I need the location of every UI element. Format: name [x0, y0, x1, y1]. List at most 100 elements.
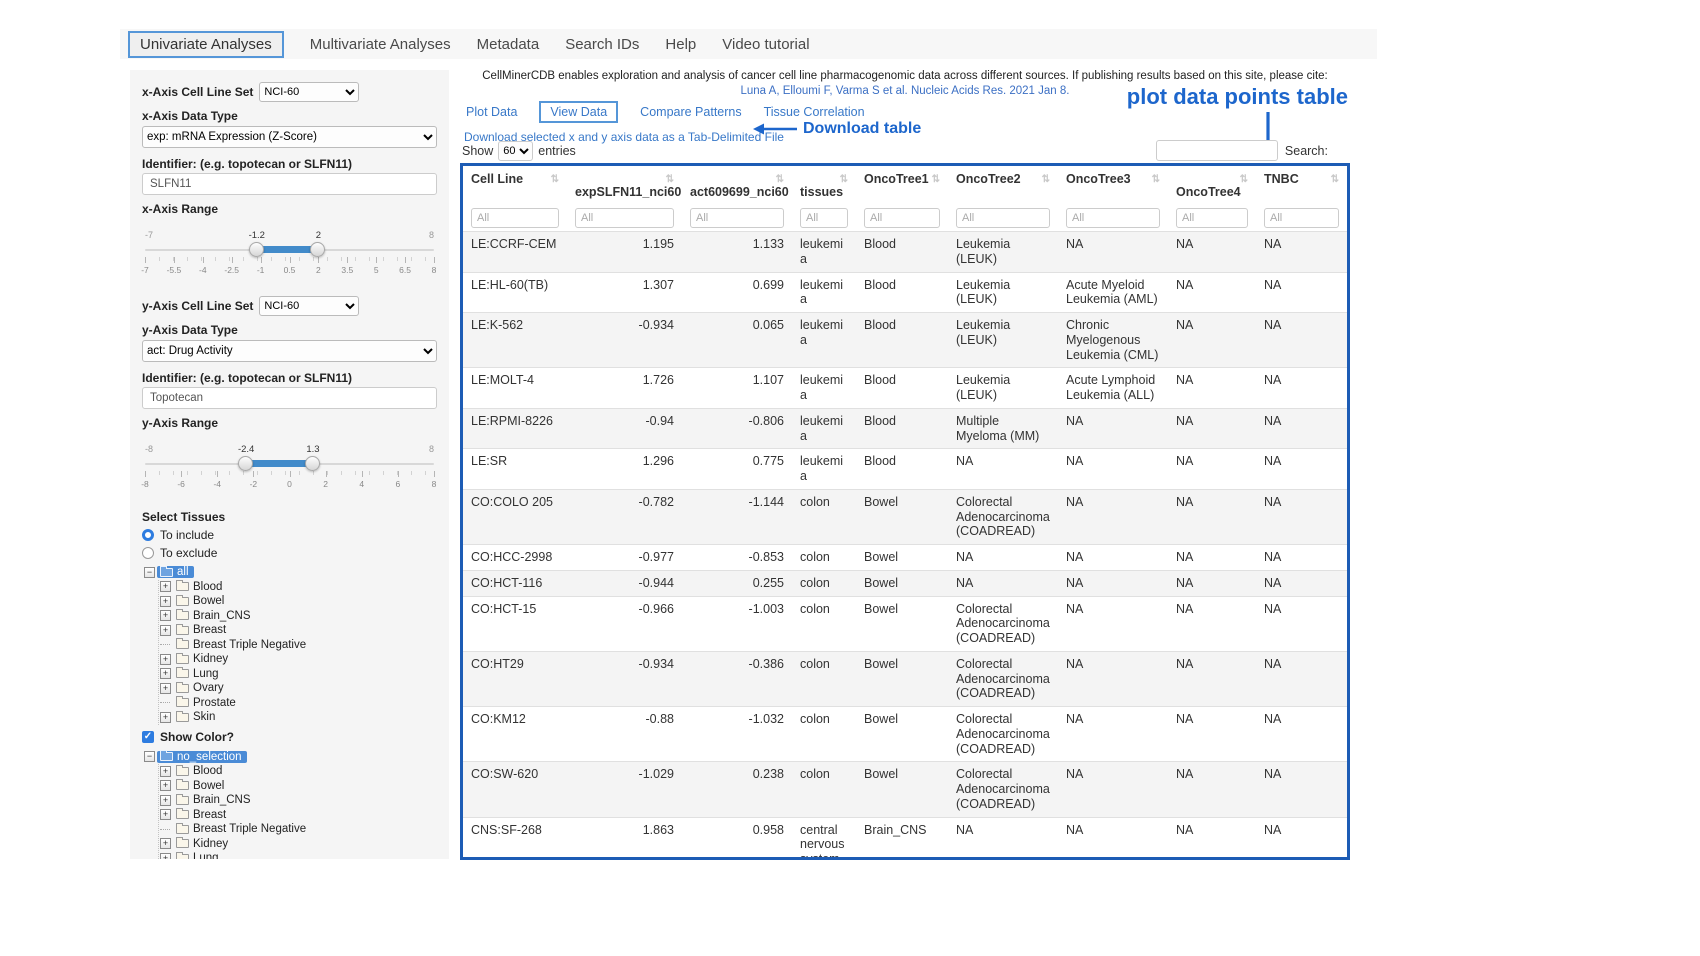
y-range-slider[interactable]: -88-2.41.3-8-6-4-202468: [145, 444, 434, 492]
expand-icon[interactable]: +: [160, 780, 171, 791]
sort-icon[interactable]: ⇅: [1331, 174, 1339, 185]
expand-icon[interactable]: +: [160, 795, 171, 806]
tab-compare-patterns[interactable]: Compare Patterns: [640, 105, 741, 119]
search-input[interactable]: [1156, 140, 1278, 161]
nav-tab-metadata[interactable]: Metadata: [477, 36, 540, 53]
filter-input-tissues[interactable]: [800, 208, 848, 228]
expand-icon[interactable]: +: [160, 683, 171, 694]
expand-icon[interactable]: +: [160, 610, 171, 621]
sort-icon[interactable]: ⇅: [1152, 174, 1160, 185]
sort-icon[interactable]: ⇅: [551, 174, 559, 185]
selection-tree-tissue-brain-cns[interactable]: +Brain_CNS: [160, 793, 437, 808]
include-tree-tissue-bowel[interactable]: +Bowel: [160, 594, 437, 609]
include-tree-root-all[interactable]: −all: [144, 565, 437, 580]
filter-input-cell-line[interactable]: [471, 208, 559, 228]
y-cell-line-set-select[interactable]: NCI-60: [259, 296, 359, 316]
y-range-handle-from[interactable]: [238, 456, 253, 471]
table-row-le-molt-4[interactable]: LE:MOLT-41.7261.107leukemiaBloodLeukemia…: [463, 368, 1347, 409]
column-header-cell-line[interactable]: ⇅Cell Line: [463, 166, 567, 202]
column-header-act609699-nci60[interactable]: ⇅act609699_nci60: [682, 166, 792, 202]
expand-icon[interactable]: +: [160, 809, 171, 820]
table-row-le-sr[interactable]: LE:SR1.2960.775leukemiaBloodNANANANA: [463, 449, 1347, 490]
include-tree-tissue-kidney[interactable]: +Kidney: [160, 652, 437, 667]
table-row-co-sw-620[interactable]: CO:SW-620-1.0290.238colonBowelColorectal…: [463, 762, 1347, 817]
expand-icon[interactable]: +: [160, 712, 171, 723]
filter-input-expslfn11-nci60[interactable]: [575, 208, 674, 228]
expand-icon[interactable]: +: [160, 668, 171, 679]
tab-view-data[interactable]: View Data: [539, 101, 618, 123]
column-header-oncotree3[interactable]: ⇅OncoTree3: [1058, 166, 1168, 202]
expand-icon[interactable]: +: [160, 654, 171, 665]
filter-input-oncotree4[interactable]: [1176, 208, 1248, 228]
column-header-oncotree1[interactable]: ⇅OncoTree1: [856, 166, 948, 202]
expand-icon[interactable]: +: [160, 766, 171, 777]
include-tree-tissue-brain-cns[interactable]: +Brain_CNS: [160, 609, 437, 624]
y-data-type-select[interactable]: act: Drug Activity: [142, 340, 437, 362]
selection-tree-tissue-lung[interactable]: +Lung: [160, 851, 437, 859]
x-range-handle-from[interactable]: [249, 242, 264, 257]
filter-input-act609699-nci60[interactable]: [690, 208, 784, 228]
nav-tab-multivariate-analyses[interactable]: Multivariate Analyses: [310, 36, 451, 53]
sort-icon[interactable]: ⇅: [776, 174, 784, 185]
sort-icon[interactable]: ⇅: [1042, 174, 1050, 185]
column-header-oncotree2[interactable]: ⇅OncoTree2: [948, 166, 1058, 202]
collapse-icon[interactable]: −: [144, 567, 155, 578]
filter-input-oncotree2[interactable]: [956, 208, 1050, 228]
expand-icon[interactable]: +: [160, 596, 171, 607]
table-row-co-hct-116[interactable]: CO:HCT-116-0.9440.255colonBowelNANANANA: [463, 570, 1347, 596]
nav-tab-help[interactable]: Help: [665, 36, 696, 53]
table-row-co-hct-15[interactable]: CO:HCT-15-0.966-1.003colonBowelColorecta…: [463, 596, 1347, 651]
include-tree-tissue-prostate[interactable]: Prostate: [160, 696, 437, 711]
nav-tab-univariate-analyses[interactable]: Univariate Analyses: [128, 31, 284, 58]
filter-input-oncotree3[interactable]: [1066, 208, 1160, 228]
selection-tree-root-no-selection[interactable]: −no_selection: [144, 750, 437, 765]
collapse-icon[interactable]: −: [144, 751, 155, 762]
table-row-co-hcc-2998[interactable]: CO:HCC-2998-0.977-0.853colonBowelNANANAN…: [463, 545, 1347, 571]
x-range-slider[interactable]: -78-1.22-7-5.5-4-2.5-10.523.556.58: [145, 230, 434, 278]
selection-tree-tissue-breast[interactable]: +Breast: [160, 808, 437, 823]
sort-icon[interactable]: ⇅: [666, 174, 674, 185]
selection-tree-tissue-blood[interactable]: +Blood: [160, 764, 437, 779]
expand-icon[interactable]: +: [160, 853, 171, 859]
sort-icon[interactable]: ⇅: [1240, 174, 1248, 185]
include-tree-tissue-breast[interactable]: +Breast: [160, 623, 437, 638]
sort-icon[interactable]: ⇅: [840, 174, 848, 185]
filter-input-oncotree1[interactable]: [864, 208, 940, 228]
x-identifier-input[interactable]: [142, 173, 437, 195]
selection-tree-tissue-breast-triple-negative[interactable]: Breast Triple Negative: [160, 822, 437, 837]
include-tree-tissue-ovary[interactable]: +Ovary: [160, 681, 437, 696]
table-row-co-colo-205[interactable]: CO:COLO 205-0.782-1.144colonBowelColorec…: [463, 489, 1347, 544]
tissue-include-radio[interactable]: To include: [142, 526, 437, 543]
column-header-expslfn11-nci60[interactable]: ⇅expSLFN11_nci60: [567, 166, 682, 202]
table-row-le-rpmi-8226[interactable]: LE:RPMI-8226-0.94-0.806leukemiaBloodMult…: [463, 408, 1347, 449]
expand-icon[interactable]: +: [160, 625, 171, 636]
nav-tab-video-tutorial[interactable]: Video tutorial: [722, 36, 809, 53]
table-row-cns-sf-268[interactable]: CNS:SF-2681.8630.958central nervous syst…: [463, 817, 1347, 860]
x-range-handle-to[interactable]: [310, 242, 325, 257]
column-header-oncotree4[interactable]: ⇅OncoTree4: [1168, 166, 1256, 202]
y-range-handle-to[interactable]: [305, 456, 320, 471]
selection-tree-tissue-kidney[interactable]: +Kidney: [160, 837, 437, 852]
column-header-tissues[interactable]: ⇅tissues: [792, 166, 856, 202]
table-row-co-km12[interactable]: CO:KM12-0.88-1.032colonBowelColorectal A…: [463, 707, 1347, 762]
x-data-type-select[interactable]: exp: mRNA Expression (Z-Score): [142, 126, 437, 148]
tab-tissue-correlation[interactable]: Tissue Correlation: [764, 105, 865, 119]
include-tree-tissue-blood[interactable]: +Blood: [160, 580, 437, 595]
tab-plot-data[interactable]: Plot Data: [466, 105, 517, 119]
column-header-tnbc[interactable]: ⇅TNBC: [1256, 166, 1347, 202]
tissue-exclude-radio[interactable]: To exclude: [142, 544, 437, 561]
table-row-co-ht29[interactable]: CO:HT29-0.934-0.386colonBowelColorectal …: [463, 651, 1347, 706]
table-row-le-k-562[interactable]: LE:K-562-0.9340.065leukemiaBloodLeukemia…: [463, 313, 1347, 368]
include-tree-tissue-lung[interactable]: +Lung: [160, 667, 437, 682]
show-color-checkbox[interactable]: ✓ Show Color?: [142, 729, 437, 746]
table-row-le-hl-60-tb[interactable]: LE:HL-60(TB)1.3070.699leukemiaBloodLeuke…: [463, 272, 1347, 313]
expand-icon[interactable]: +: [160, 838, 171, 849]
sort-icon[interactable]: ⇅: [932, 174, 940, 185]
x-cell-line-set-select[interactable]: NCI-60: [259, 82, 359, 102]
include-tree-tissue-breast-triple-negative[interactable]: Breast Triple Negative: [160, 638, 437, 653]
entries-select[interactable]: 60: [498, 141, 533, 161]
include-tree-tissue-skin[interactable]: +Skin: [160, 710, 437, 725]
expand-icon[interactable]: +: [160, 581, 171, 592]
nav-tab-search-ids[interactable]: Search IDs: [565, 36, 639, 53]
table-row-le-ccrf-cem[interactable]: LE:CCRF-CEM1.1951.133leukemiaBloodLeukem…: [463, 232, 1347, 273]
